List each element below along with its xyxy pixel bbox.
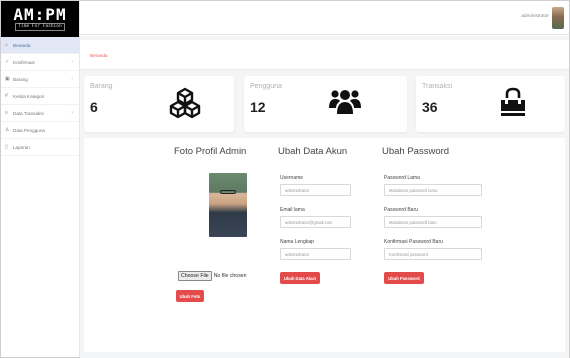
- receipt-icon: ≡: [5, 110, 8, 116]
- sidebar-item-label: Konfirmasi: [13, 59, 35, 65]
- box-icon: ▣: [5, 76, 10, 82]
- sidebar-item-label: Data Pengguna: [13, 127, 45, 133]
- sidebar-item-label: Data Transaksi: [13, 110, 44, 116]
- home-icon: ⌂: [5, 42, 9, 48]
- username-field[interactable]: administrator: [280, 184, 351, 196]
- breadcrumb-bar: Beranda: [80, 40, 569, 70]
- app-window: AM:PM Time For Fashion ⌂ Beranda ✓ Konfirma…: [0, 0, 570, 358]
- profile-panel: Foto Profil Admin Choose File No file ch…: [84, 138, 565, 352]
- fullname-field[interactable]: administrator: [280, 248, 351, 260]
- sidebar-item-data-pengguna[interactable]: ♙ Data Pengguna: [1, 122, 79, 139]
- sidebar-item-barang[interactable]: ▣ Barang ›: [1, 71, 79, 88]
- topbar: administrator: [80, 1, 569, 35]
- password-section-title: Ubah Password: [382, 146, 450, 157]
- update-password-button[interactable]: Ubah Password: [384, 272, 424, 284]
- stat-card-transaksi: Transaksi 36: [416, 76, 565, 132]
- stat-value: 6: [90, 99, 98, 115]
- username-label: Username: [280, 175, 304, 181]
- email-label: Email lama: [280, 207, 305, 213]
- confirm-password-label: Konfirmasi Password Baru: [384, 239, 443, 245]
- chevron-right-icon: ›: [71, 110, 73, 116]
- file-status: No file chosen: [213, 273, 247, 279]
- admin-photo: [209, 173, 247, 237]
- account-section-title: Ubah Data Akun: [278, 146, 348, 157]
- sidebar-item-label: Beranda: [13, 42, 31, 48]
- photo-section-title: Foto Profil Admin: [174, 146, 247, 157]
- file-picker: Choose File No file chosen: [178, 271, 247, 281]
- fullname-label: Nama Lengkap: [280, 239, 314, 245]
- main-content: Beranda Barang 6 Pengguna 12 Transaksi 3…: [80, 36, 569, 358]
- old-password-label: Password Lama: [384, 175, 420, 181]
- sidebar-nav: ⌂ Beranda ✓ Konfirmasi › ▣ Barang › # Kelola Kate…: [1, 37, 79, 156]
- stat-label: Barang: [90, 83, 113, 90]
- sidebar-item-label: Barang: [13, 76, 28, 82]
- sidebar-item-kelola-kategori[interactable]: # Kelola Kategori: [1, 88, 79, 105]
- new-password-label: Password Baru: [384, 207, 418, 213]
- shopping-bag-icon: [501, 87, 525, 116]
- sidebar-item-label: Kelola Kategori: [13, 93, 45, 99]
- check-icon: ✓: [5, 59, 10, 65]
- cubes-icon: [169, 87, 201, 119]
- users-icon: [329, 90, 361, 114]
- stat-label: Transaksi: [422, 83, 453, 90]
- change-photo-button[interactable]: Ubah Foto: [176, 290, 204, 302]
- user-icon: ♙: [5, 127, 10, 133]
- logo[interactable]: AM:PM Time For Fashion: [1, 1, 79, 37]
- photo-detail: [220, 190, 236, 194]
- stat-value: 12: [250, 99, 266, 115]
- sidebar-item-data-transaksi[interactable]: ≡ Data Transaksi ›: [1, 105, 79, 122]
- sidebar-item-laporan[interactable]: ▯ Laporan: [1, 139, 79, 156]
- stat-label: Pengguna: [250, 83, 282, 90]
- update-account-button[interactable]: Ubah Data Akun: [280, 272, 320, 284]
- email-field[interactable]: administrator@gmail.com: [280, 216, 351, 228]
- stat-card-pengguna: Pengguna 12: [244, 76, 407, 132]
- confirm-password-field[interactable]: Konfirmasi password: [384, 248, 482, 260]
- sidebar-item-konfirmasi[interactable]: ✓ Konfirmasi ›: [1, 54, 79, 71]
- chevron-right-icon: ›: [71, 59, 73, 65]
- breadcrumb[interactable]: Beranda: [90, 53, 107, 58]
- choose-file-button[interactable]: Choose File: [178, 271, 212, 281]
- sidebar-item-beranda[interactable]: ⌂ Beranda: [1, 37, 79, 54]
- logo-tagline: Time For Fashion: [15, 23, 65, 31]
- stat-value: 36: [422, 99, 438, 115]
- avatar[interactable]: [552, 7, 564, 29]
- old-password-field[interactable]: Masukkan password lama: [384, 184, 482, 196]
- file-icon: ▯: [5, 144, 8, 150]
- stat-card-barang: Barang 6: [84, 76, 234, 132]
- sidebar-item-label: Laporan: [13, 144, 30, 150]
- user-name[interactable]: administrator: [521, 14, 549, 19]
- sidebar: AM:PM Time For Fashion ⌂ Beranda ✓ Konfirma…: [1, 1, 80, 357]
- tag-icon: #: [5, 93, 8, 99]
- logo-text: AM:PM: [13, 5, 67, 24]
- new-password-field[interactable]: Masukkan password baru: [384, 216, 482, 228]
- chevron-right-icon: ›: [71, 76, 73, 82]
